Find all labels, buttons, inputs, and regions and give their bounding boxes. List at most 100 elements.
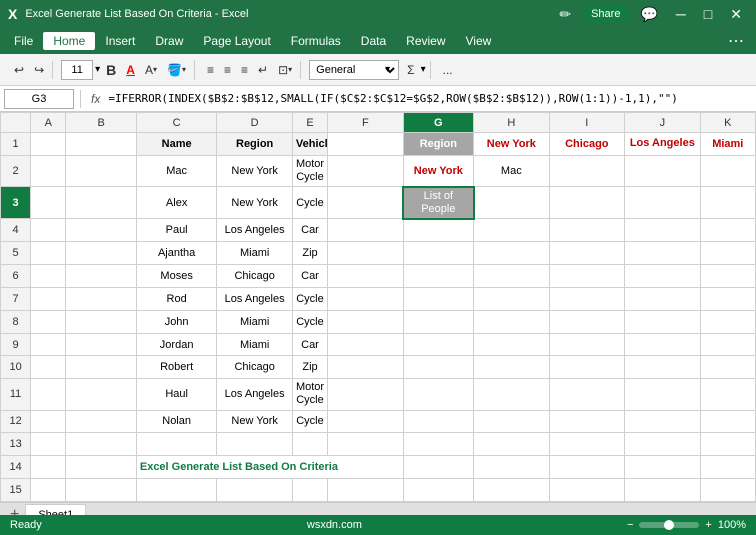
cell-g13[interactable] xyxy=(403,433,473,456)
zoom-out-button[interactable]: − xyxy=(627,519,633,531)
cell-b1[interactable] xyxy=(66,133,136,156)
cell-g15[interactable] xyxy=(403,479,473,502)
cell-j7[interactable] xyxy=(625,287,701,310)
cell-k15[interactable] xyxy=(700,479,755,502)
cell-i5[interactable] xyxy=(549,242,625,265)
undo-button[interactable]: ↩ xyxy=(10,61,28,79)
cell-j15[interactable] xyxy=(625,479,701,502)
cell-a5[interactable] xyxy=(31,242,66,265)
cell-b3[interactable] xyxy=(66,187,136,219)
cell-i14[interactable] xyxy=(549,456,625,479)
col-header-e[interactable]: E xyxy=(292,113,327,133)
cell-a8[interactable] xyxy=(31,310,66,333)
cell-c15[interactable] xyxy=(136,479,217,502)
zoom-in-button[interactable]: + xyxy=(705,519,711,531)
cell-i6[interactable] xyxy=(549,265,625,288)
font-color-button[interactable]: A xyxy=(122,61,139,79)
cell-g7[interactable] xyxy=(403,287,473,310)
align-right-button[interactable]: ≡ xyxy=(237,61,252,79)
cell-k8[interactable] xyxy=(700,310,755,333)
col-header-g[interactable]: G xyxy=(403,113,473,133)
menu-page-layout[interactable]: Page Layout xyxy=(193,32,280,50)
cell-h4[interactable] xyxy=(474,219,550,242)
menu-home[interactable]: Home xyxy=(43,32,95,50)
cell-h13[interactable] xyxy=(474,433,550,456)
cell-c6[interactable]: Moses xyxy=(136,265,217,288)
cell-g10[interactable] xyxy=(403,356,473,379)
cell-i13[interactable] xyxy=(549,433,625,456)
cell-d2[interactable]: New York xyxy=(217,155,293,186)
cell-b11[interactable] xyxy=(66,379,136,410)
cell-d8[interactable]: Miami xyxy=(217,310,293,333)
cell-d1[interactable]: Region xyxy=(217,133,293,156)
cell-j2[interactable] xyxy=(625,155,701,186)
cell-j1[interactable]: Los Angeles xyxy=(625,133,701,156)
cell-h1[interactable]: New York xyxy=(474,133,550,156)
cell-k5[interactable] xyxy=(700,242,755,265)
cell-h5[interactable] xyxy=(474,242,550,265)
cell-b2[interactable] xyxy=(66,155,136,186)
cell-e1[interactable]: Vehicle xyxy=(292,133,327,156)
format-arrow-icon[interactable]: ▾ xyxy=(385,64,390,75)
cell-h9[interactable] xyxy=(474,333,550,356)
cell-f2[interactable] xyxy=(328,155,404,186)
col-header-c[interactable]: C xyxy=(136,113,217,133)
cell-b15[interactable] xyxy=(66,479,136,502)
cell-c1[interactable]: Name xyxy=(136,133,217,156)
cell-h3[interactable] xyxy=(474,187,550,219)
cell-e11[interactable]: Motor Cycle xyxy=(292,379,327,410)
cell-b13[interactable] xyxy=(66,433,136,456)
wrap-text-button[interactable]: ↵ xyxy=(254,61,272,79)
cell-k3[interactable] xyxy=(700,187,755,219)
menu-view[interactable]: View xyxy=(456,32,502,50)
cell-d5[interactable]: Miami xyxy=(217,242,293,265)
cell-f3[interactable] xyxy=(328,187,404,219)
cell-i3[interactable] xyxy=(549,187,625,219)
col-header-a[interactable]: A xyxy=(31,113,66,133)
menu-data[interactable]: Data xyxy=(351,32,396,50)
cell-g14[interactable] xyxy=(403,456,473,479)
cell-d15[interactable] xyxy=(217,479,293,502)
cell-h15[interactable] xyxy=(474,479,550,502)
cell-c11[interactable]: Haul xyxy=(136,379,217,410)
cell-h12[interactable] xyxy=(474,410,550,433)
cell-h8[interactable] xyxy=(474,310,550,333)
cell-reference-input[interactable] xyxy=(4,89,74,109)
cell-k4[interactable] xyxy=(700,219,755,242)
cell-f6[interactable] xyxy=(328,265,404,288)
share-button[interactable]: Share xyxy=(583,6,628,22)
cell-i12[interactable] xyxy=(549,410,625,433)
menu-draw[interactable]: Draw xyxy=(145,32,193,50)
cell-j9[interactable] xyxy=(625,333,701,356)
cell-k12[interactable] xyxy=(700,410,755,433)
cell-g4[interactable] xyxy=(403,219,473,242)
cell-b4[interactable] xyxy=(66,219,136,242)
cell-e15[interactable] xyxy=(292,479,327,502)
cell-k14[interactable] xyxy=(700,456,755,479)
col-header-f[interactable]: F xyxy=(328,113,404,133)
cell-k10[interactable] xyxy=(700,356,755,379)
cell-a11[interactable] xyxy=(31,379,66,410)
formula-input[interactable] xyxy=(108,92,752,105)
cell-j5[interactable] xyxy=(625,242,701,265)
cell-e12[interactable]: Cycle xyxy=(292,410,327,433)
cell-j8[interactable] xyxy=(625,310,701,333)
cell-j14[interactable] xyxy=(625,456,701,479)
sum-button[interactable]: Σ xyxy=(403,61,418,79)
cell-i2[interactable] xyxy=(549,155,625,186)
cell-f7[interactable] xyxy=(328,287,404,310)
cell-i9[interactable] xyxy=(549,333,625,356)
cell-f12[interactable] xyxy=(328,410,404,433)
cell-c13[interactable] xyxy=(136,433,217,456)
cell-b6[interactable] xyxy=(66,265,136,288)
edit-icon[interactable]: ✏ xyxy=(553,4,577,25)
cell-k13[interactable] xyxy=(700,433,755,456)
cell-e2[interactable]: Motor Cycle xyxy=(292,155,327,186)
cell-j3[interactable] xyxy=(625,187,701,219)
cell-e8[interactable]: Cycle xyxy=(292,310,327,333)
cell-g12[interactable] xyxy=(403,410,473,433)
more-menu-icon[interactable]: ⋯ xyxy=(720,31,752,51)
cell-i4[interactable] xyxy=(549,219,625,242)
minimize-button[interactable]: ─ xyxy=(670,4,692,24)
cell-f9[interactable] xyxy=(328,333,404,356)
